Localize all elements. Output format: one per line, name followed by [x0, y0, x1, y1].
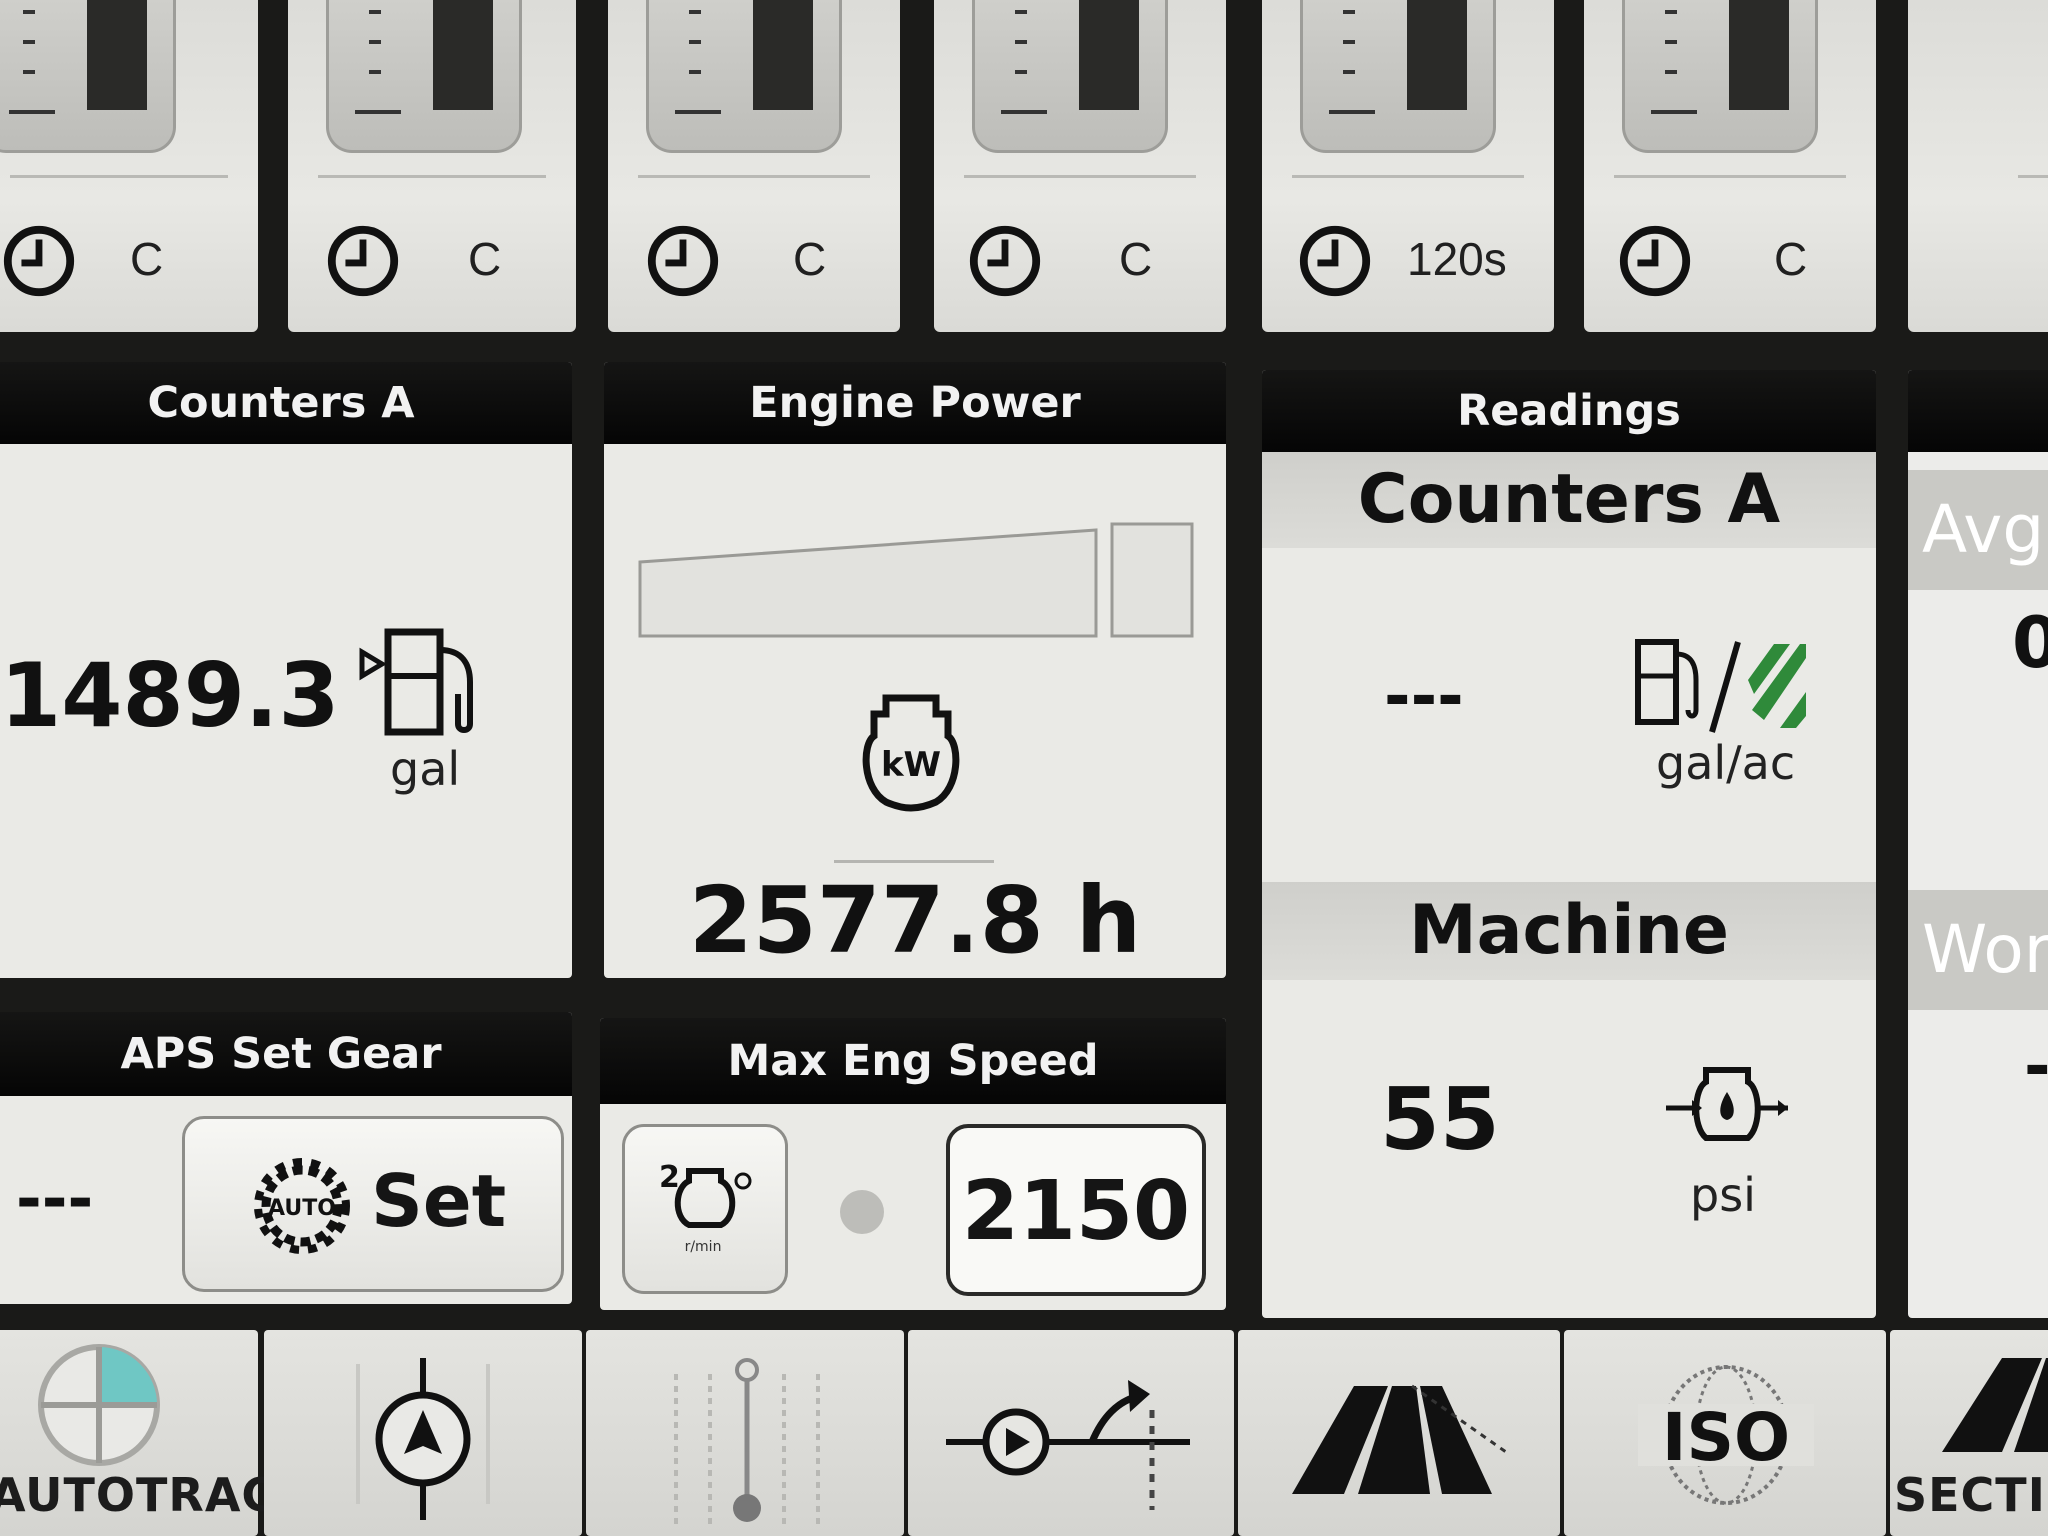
aps-gear-value: ---: [16, 1162, 94, 1235]
scv-flow-gauge: [1622, 0, 1818, 153]
fuel-per-area-icon: [1635, 639, 1806, 733]
power-bar-graph: [638, 522, 1194, 638]
module-title: Counters A: [0, 362, 572, 444]
timer-icon: [969, 225, 1041, 297]
shortcut-navigation[interactable]: [264, 1330, 582, 1536]
scv-label: C: [1774, 233, 1808, 285]
engine-speed-icon-button[interactable]: 2 r/min: [622, 1124, 788, 1294]
shortcut-field[interactable]: [1238, 1330, 1560, 1536]
shortcut-label: AUTOTRAC: [0, 1468, 277, 1522]
svg-text:kW: kW: [881, 745, 941, 785]
aps-set-gear-module[interactable]: APS Set Gear --- AUTO Set: [0, 1012, 572, 1304]
oil-pressure-value: 55: [1380, 1070, 1500, 1170]
oil-pressure-unit-label: psi: [1690, 1168, 1756, 1222]
fuel-pump-icon: [359, 628, 473, 736]
scv-label: C: [130, 233, 164, 285]
readings-section-title-counters: Counters A: [1262, 452, 1876, 548]
timer-icon: [1619, 225, 1691, 297]
scv-tile-3[interactable]: C: [608, 0, 900, 332]
fuel-rate-unit-label: gal/ac: [1656, 736, 1796, 790]
counters-a-module[interactable]: Counters A 1489.3 gal: [0, 362, 572, 978]
svg-text:r/min: r/min: [685, 1239, 722, 1255]
max-eng-speed-module[interactable]: Max Eng Speed 2 r/min 2150: [600, 1018, 1226, 1310]
scv-label: C: [1119, 233, 1153, 285]
field-rows-icon: [1292, 1384, 1506, 1494]
auto-gear-icon: AUTO: [254, 1158, 350, 1254]
scv-tile-2[interactable]: C: [288, 0, 576, 332]
scv-tile-5[interactable]: 120s: [1262, 0, 1554, 332]
timer-icon: [327, 225, 399, 297]
scv-label: C: [468, 233, 502, 285]
partial-section-title-avg: Avg: [1908, 470, 2048, 590]
scv-tile-4[interactable]: C: [934, 0, 1226, 332]
timer-icon: [1299, 225, 1371, 297]
shortcut-section-control[interactable]: SECTIO: [1890, 1330, 2048, 1536]
svg-text:AUTO: AUTO: [268, 1196, 336, 1221]
scv-flow-gauge: [646, 0, 842, 153]
scv-label: C: [793, 233, 827, 285]
shortcut-turn-sequence[interactable]: [908, 1330, 1234, 1536]
scv-tile-6[interactable]: C: [1584, 0, 1876, 332]
section-control-icon: [1942, 1358, 2048, 1452]
timer-icon: [3, 225, 75, 297]
aps-set-button[interactable]: AUTO Set: [182, 1116, 564, 1292]
svg-text:ISO: ISO: [1662, 1399, 1790, 1476]
partial-value-avg: 0: [2012, 602, 2048, 684]
status-indicator-dot: [840, 1190, 884, 1234]
iso-icon: ISO: [1638, 1365, 1814, 1505]
scv-tile-7[interactable]: [1908, 0, 2048, 332]
right-partial-module[interactable]: Avg 0 Wor -: [1908, 370, 2048, 1318]
scv-flow-gauge: [0, 0, 176, 153]
partial-value-wor: -: [2024, 1030, 2048, 1104]
scv-label: 120s: [1407, 233, 1507, 285]
engine-power-module[interactable]: Engine Power kW 2577.8 h: [604, 362, 1226, 978]
svg-text:2: 2: [659, 1160, 680, 1195]
partial-section-title-wor: Wor: [1908, 890, 2048, 1010]
module-title: [1908, 370, 2048, 452]
shortcut-label: SECTIO: [1894, 1468, 2048, 1522]
scv-flow-gauge: [972, 0, 1168, 153]
module-title: Engine Power: [604, 362, 1226, 444]
module-title: APS Set Gear: [0, 1012, 572, 1096]
scv-flow-gauge: [1300, 0, 1496, 153]
module-title: Max Eng Speed: [600, 1018, 1226, 1104]
compass-nav-icon: [356, 1358, 490, 1520]
autotrac-icon: [38, 1344, 160, 1466]
fuel-rate-value: ---: [1384, 660, 1464, 734]
aps-set-button-label: Set: [371, 1159, 507, 1243]
oil-pressure-icon: [1666, 1067, 1788, 1141]
shortcut-autotrac[interactable]: AUTOTRAC: [0, 1330, 277, 1536]
module-title: Readings: [1262, 370, 1876, 452]
engine-rpm-icon: 2 r/min: [659, 1160, 752, 1255]
shortcut-hitch[interactable]: [586, 1330, 904, 1536]
readings-module[interactable]: Readings Counters A --- gal/ac Machine 5…: [1262, 370, 1876, 1318]
fuel-used-value: 1489.3: [0, 644, 340, 747]
scv-tile-1[interactable]: C: [0, 0, 258, 332]
turn-sequence-icon: [946, 1380, 1190, 1510]
timer-icon: [647, 225, 719, 297]
fuel-unit-label: gal: [390, 742, 461, 796]
scv-flow-gauge: [326, 0, 522, 153]
max-eng-speed-value-button[interactable]: 2150: [946, 1124, 1206, 1296]
engine-kw-icon: kW: [862, 694, 960, 812]
engine-hours-value: 2577.8 h: [688, 867, 1142, 974]
readings-section-title-machine: Machine: [1262, 882, 1876, 980]
shortcut-isobus[interactable]: ISO: [1564, 1330, 1886, 1536]
max-eng-speed-value: 2150: [961, 1164, 1191, 1259]
hitch-position-icon: [674, 1358, 820, 1526]
display-screen: { "scv_strip": { "tiles": [ {"label": "C…: [0, 0, 2048, 1536]
